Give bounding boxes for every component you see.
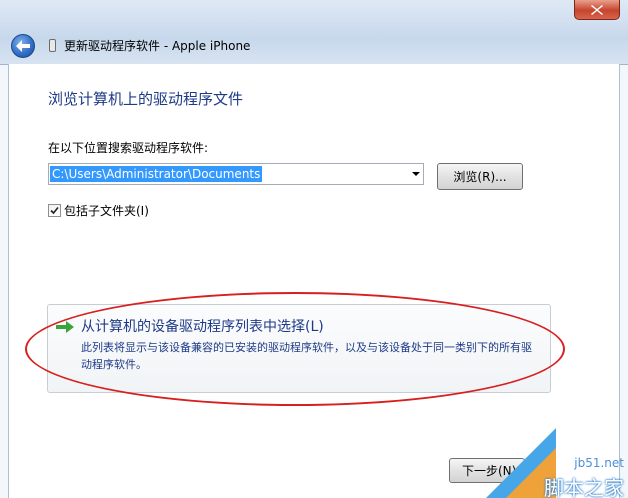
window-frame: 更新驱动程序软件 - Apple iPhone (0, 0, 628, 65)
device-icon (49, 39, 56, 52)
checkmark-icon (50, 206, 59, 214)
pick-from-list-option[interactable]: 从计算机的设备驱动程序列表中选择(L) 此列表将显示与该设备兼容的已安装的驱动程… (47, 304, 551, 393)
search-location-label: 在以下位置搜索驱动程序软件: (48, 141, 209, 155)
pick-from-list-description: 此列表将显示与该设备兼容的已安装的驱动程序软件，以及与该设备处于同一类别下的所有… (81, 341, 532, 371)
window-title: 更新驱动程序软件 - Apple iPhone (64, 39, 251, 53)
close-button[interactable] (574, 0, 620, 20)
pick-from-list-title[interactable]: 从计算机的设备驱动程序列表中选择(L) (81, 316, 324, 336)
watermark: jb51.net 脚本之家 (476, 412, 628, 498)
path-combobox[interactable]: C:\Users\Administrator\Documents (48, 163, 424, 185)
background-window-hint (60, 0, 240, 28)
watermark-brand: 脚本之家 (544, 476, 624, 498)
green-arrow-icon (56, 321, 74, 333)
page-heading: 浏览计算机上的驱动程序文件 (48, 90, 244, 108)
path-value[interactable]: C:\Users\Administrator\Documents (50, 166, 263, 182)
include-subfolders-option[interactable]: 包括子文件夹(I) (48, 202, 149, 218)
include-subfolders-checkbox[interactable] (48, 203, 61, 217)
back-arrow-icon (16, 40, 30, 52)
browse-button[interactable]: 浏览(R)... (437, 163, 523, 190)
chevron-down-icon[interactable] (412, 172, 420, 176)
close-icon (591, 4, 603, 15)
watermark-site: jb51.net (574, 456, 624, 470)
back-button[interactable] (11, 34, 35, 58)
include-subfolders-label[interactable]: 包括子文件夹(I) (64, 202, 149, 219)
